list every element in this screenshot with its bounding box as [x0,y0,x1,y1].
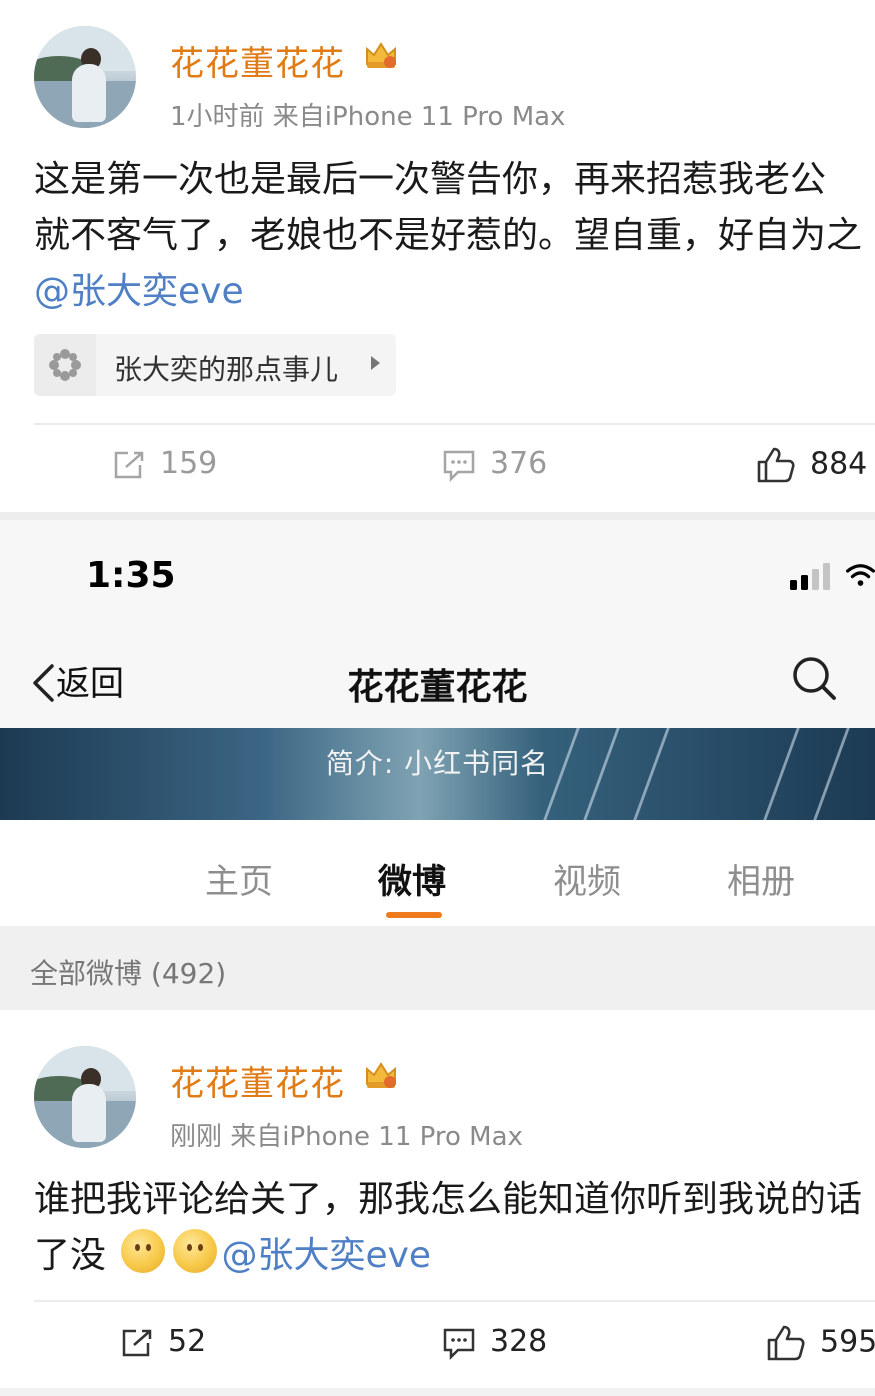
repost-count: 52 [168,1324,207,1359]
smile-emoji-icon [121,1229,166,1273]
comment-icon [443,450,475,482]
like-button[interactable]: 884 [756,446,867,484]
post-meta: 刚刚 来自iPhone 11 Pro Max [170,1122,523,1152]
post-text-line-1: 这是第一次也是最后一次警告你，再来招惹我老公 [34,159,827,200]
topic-label: 张大奕的那点事儿 [114,353,339,386]
all-posts-count: 全部微博 (492) [30,957,227,990]
comment-count: 376 [490,446,548,481]
crown-badge-icon [366,1062,396,1088]
like-icon [757,447,795,483]
crown-badge-icon [366,42,396,68]
post-meta: 1小时前 来自iPhone 11 Pro Max [170,102,566,132]
profile-tabs: 主页 微博 视频 相册 [0,820,875,926]
active-tab-indicator [386,912,442,918]
like-count: 595 [820,1324,875,1360]
tab-album[interactable]: 相册 [727,854,795,903]
all-posts-header: 全部微博 (492) [0,926,875,1010]
section-separator [0,512,875,520]
mention-link[interactable]: @张大奕eve [34,264,244,320]
post-card-1: 花花董花花 1小时前 来自iPhone 11 Pro Max 这是第一次也是最后… [0,0,875,512]
divider [34,423,875,425]
divider [34,1300,875,1302]
page-title: 花花董花花 [347,667,528,708]
repost-button[interactable]: 159 [112,446,217,481]
username[interactable]: 花花董花花 [170,36,345,85]
search-icon[interactable] [790,654,838,702]
comment-button[interactable]: 376 [442,446,547,482]
repost-button[interactable]: 52 [120,1324,206,1359]
topic-icon [34,334,96,396]
post-text-line-2: 了没 @张大奕eve [34,1228,431,1284]
status-time: 1:35 [86,555,176,596]
bottom-separator [0,1388,875,1396]
like-button[interactable]: 595 [766,1324,875,1362]
comment-count: 328 [490,1324,548,1359]
profile-banner: 简介: 小红书同名 [0,728,875,820]
wifi-icon [846,564,875,586]
like-count: 884 [810,446,868,482]
comment-icon [443,1328,475,1360]
avatar[interactable] [34,26,136,128]
smile-emoji-icon [173,1229,218,1273]
tab-weibo[interactable]: 微博 [378,854,446,903]
repost-icon [122,1329,152,1356]
like-icon [767,1325,805,1361]
repost-icon [114,451,144,478]
chevron-right-icon [371,356,380,370]
signal-icon [790,563,830,590]
post-card-2: 花花董花花 刚刚 来自iPhone 11 Pro Max 谁把我评论给关了，那我… [0,1010,875,1396]
avatar[interactable] [34,1046,136,1148]
mention-link[interactable]: @张大奕eve [221,1235,431,1276]
post-text-line-1: 谁把我评论给关了，那我怎么能知道你听到我说的话 [34,1179,863,1220]
repost-count: 159 [160,446,218,481]
tab-home[interactable]: 主页 [205,854,273,903]
topic-card[interactable]: 张大奕的那点事儿 [34,334,396,396]
navigation-bar: 返回 花花董花花 [0,628,875,728]
post-text-prefix: 了没 [34,1235,107,1276]
profile-intro: 简介: 小红书同名 [325,747,550,780]
username[interactable]: 花花董花花 [170,1056,345,1105]
comment-button[interactable]: 328 [442,1324,547,1360]
post-text-line-2: 就不客气了，老娘也不是好惹的。望自重，好自为之 [34,215,863,256]
tab-video[interactable]: 视频 [553,854,621,903]
